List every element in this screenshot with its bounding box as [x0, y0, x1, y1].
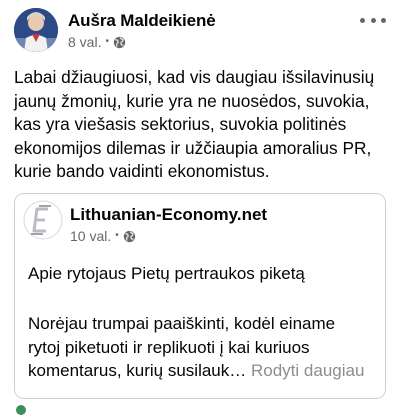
post-meta: 8 val. • [68, 34, 126, 50]
meta-separator: • [115, 230, 119, 241]
author-avatar[interactable] [14, 8, 58, 52]
post-text-line: Labai džiaugiuosi, kad vis daugiau išsil… [14, 67, 375, 87]
shared-body-line: rytoj piketuoti ir replikuoti į kai kuri… [28, 337, 310, 357]
shared-body-line: komentarus, kurių susilauk… Rodyti daugi… [28, 359, 380, 383]
post-text: Labai džiaugiuosi, kad vis daugiau išsil… [14, 66, 390, 184]
lithuanian-economy-logo-icon[interactable] [23, 200, 63, 240]
see-more-link[interactable]: Rodyti daugiau [251, 361, 364, 380]
post-text-line: ekonomijos dilemas ir užčiaupia amoraliu… [14, 137, 372, 158]
shared-post-meta: 10 val. • [70, 228, 136, 244]
author-name[interactable]: Aušra Maldeikienė [68, 11, 216, 31]
shared-post-time[interactable]: 10 val. [70, 228, 111, 244]
shared-body-line: Norėjau trumpai paaiškinti, kodėl einame [28, 314, 336, 333]
meta-separator: • [105, 36, 109, 47]
post-time[interactable]: 8 val. [68, 34, 101, 50]
globe-icon [113, 36, 126, 49]
shared-post-title: Apie rytojaus Pietų pertraukos piketą [28, 264, 305, 283]
globe-icon [123, 230, 136, 243]
more-options-icon[interactable] [360, 12, 386, 28]
post-header: Aušra Maldeikienė 8 val. • [14, 8, 386, 58]
shared-post-body: Norėjau trumpai paaiškinti, kodėl einame… [28, 312, 380, 383]
post-text-line: jaunų žmonių, kurie yra ne nuosėdos, suv… [14, 90, 370, 111]
post-text-line: kurie bando vaidinti ekonomistus. [14, 161, 270, 182]
shared-post-card[interactable]: Lithuanian-Economy.net 10 val. • Apie ry… [14, 193, 386, 399]
post-text-line: kas yra viešasis sektorius, suvokia poli… [14, 114, 347, 135]
shared-body-line-text: komentarus, kurių susilauk… [28, 361, 247, 380]
reaction-icon[interactable] [16, 405, 26, 415]
shared-page-name[interactable]: Lithuanian-Economy.net [70, 205, 267, 225]
